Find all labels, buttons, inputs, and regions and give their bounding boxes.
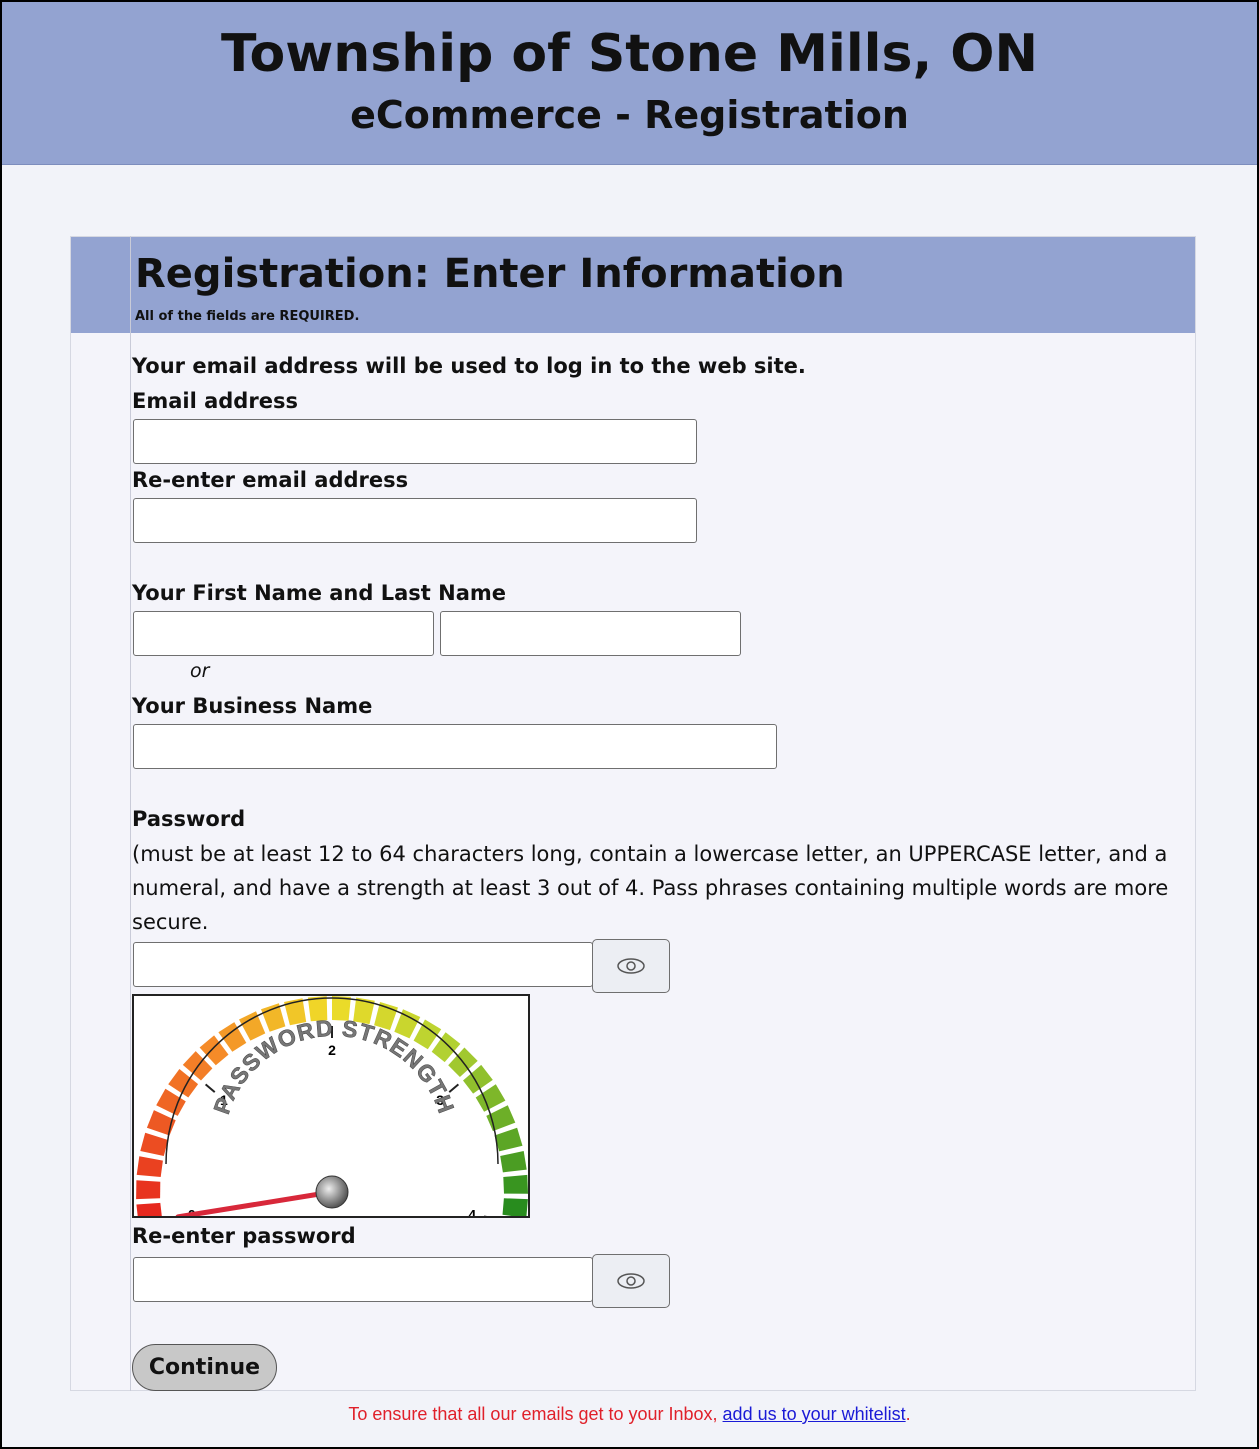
show-password-confirm-button[interactable] xyxy=(592,1254,670,1308)
whitelist-link[interactable]: add us to your whitelist xyxy=(723,1404,906,1424)
footer-end: . xyxy=(905,1404,911,1424)
password-field[interactable] xyxy=(133,942,593,987)
email-intro: Your email address will be used to log i… xyxy=(132,354,806,378)
password-confirm-field[interactable] xyxy=(133,1257,593,1302)
required-note: All of the fields are REQUIRED. xyxy=(135,309,360,324)
site-header: Township of Stone Mills, ON eCommerce - … xyxy=(2,2,1257,165)
site-subtitle: eCommerce - Registration xyxy=(350,93,909,137)
business-name-field[interactable] xyxy=(133,724,777,769)
footer-note: To ensure that all our emails get to you… xyxy=(2,1404,1257,1425)
gauge-hub xyxy=(315,1175,349,1209)
name-label: Your First Name and Last Name xyxy=(132,581,506,605)
gauge-segment xyxy=(486,1105,516,1132)
show-password-button[interactable] xyxy=(592,939,670,993)
last-name-field[interactable] xyxy=(440,611,741,656)
gauge-graphic: 01234 PASSWORD STRENGTH xyxy=(136,996,528,1224)
gauge-segment xyxy=(140,1132,169,1156)
gauge-segment xyxy=(500,1151,527,1173)
email-label: Email address xyxy=(132,389,298,413)
email-field[interactable] xyxy=(133,419,697,464)
gauge-tick xyxy=(204,1083,216,1093)
password-strength-gauge: 01234 PASSWORD STRENGTH xyxy=(132,994,530,1224)
gauge-segment xyxy=(239,1011,266,1041)
gauge-segment xyxy=(136,1202,163,1224)
divider xyxy=(130,236,131,1391)
first-name-field[interactable] xyxy=(133,611,434,656)
footer-text: To ensure that all our emails get to you… xyxy=(348,1404,723,1424)
password-help: (must be at least 12 to 64 characters lo… xyxy=(132,842,1169,934)
gauge-needle xyxy=(175,1189,335,1220)
or-text: or xyxy=(190,660,210,682)
business-label: Your Business Name xyxy=(132,694,373,718)
gauge-segment xyxy=(136,1180,161,1200)
password-confirm-label: Re-enter password xyxy=(132,1224,356,1248)
gauge-tick-label: 2 xyxy=(328,1042,336,1058)
password-label: Password xyxy=(132,807,246,831)
email-confirm-label: Re-enter email address xyxy=(132,468,409,492)
site-title: Township of Stone Mills, ON xyxy=(220,24,1039,84)
gauge-segment xyxy=(502,1198,528,1218)
gauge-segment xyxy=(503,1174,528,1194)
gauge-segment xyxy=(136,1156,163,1177)
gauge-segment xyxy=(494,1127,523,1152)
panel-header: Registration: Enter Information All of t… xyxy=(71,237,1195,333)
panel-title: Registration: Enter Information xyxy=(135,251,845,297)
eye-icon xyxy=(617,1273,645,1289)
gauge-segment xyxy=(394,1009,421,1039)
gauge-tick-label: 4 xyxy=(468,1207,476,1216)
email-confirm-field[interactable] xyxy=(133,498,697,543)
eye-icon xyxy=(617,958,645,974)
continue-button[interactable]: Continue xyxy=(132,1344,277,1391)
